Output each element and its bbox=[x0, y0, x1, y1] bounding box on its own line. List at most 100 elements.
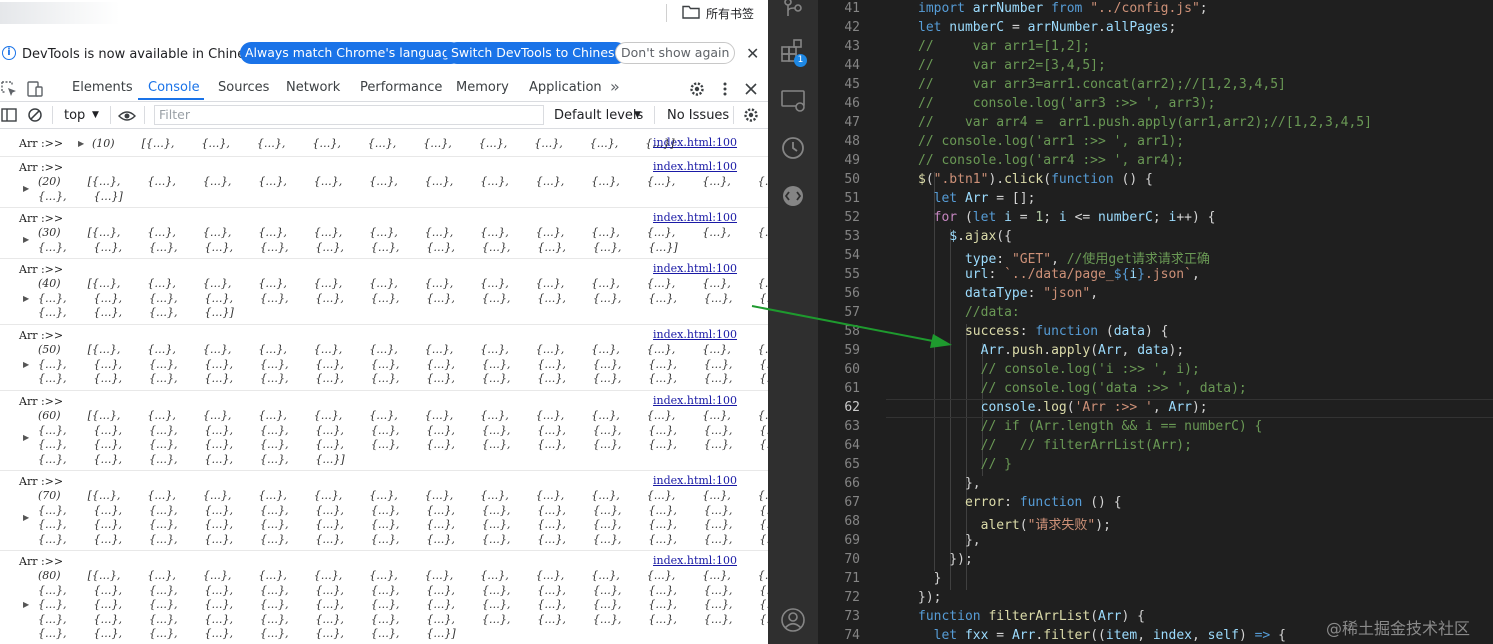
chevron-down-icon[interactable]: ▼ bbox=[92, 110, 99, 120]
code-token: . bbox=[1043, 343, 1052, 358]
code-token: Arr bbox=[1098, 343, 1122, 358]
console-log-entry[interactable]: Arr :>> index.html:100 ▶ (10) [{…}, {…}, {…… bbox=[0, 129, 768, 157]
code-token: arrNumber bbox=[964, 1, 1052, 16]
code-token: // console.log('arr4 :>> ', arr4); bbox=[918, 153, 1185, 168]
device-toolbar-icon[interactable] bbox=[26, 80, 44, 98]
close-devtools-icon[interactable] bbox=[742, 80, 760, 98]
code-token: () { bbox=[1082, 495, 1122, 510]
code-editor[interactable]: 41 42 43 44 45 46 47 48 49 50 51 52 53 54 55 56 57 58 59 60… bbox=[818, 0, 1493, 644]
source-link[interactable]: index.html:100 bbox=[653, 328, 737, 341]
code-line: Arr.push.apply(Arr, data); bbox=[918, 343, 1185, 358]
more-tabs-icon[interactable]: » bbox=[610, 77, 620, 96]
source-link[interactable]: index.html:100 bbox=[653, 394, 737, 407]
more-options-icon[interactable] bbox=[716, 80, 734, 98]
context-select[interactable]: top bbox=[64, 108, 85, 123]
filter-input[interactable]: Filter bbox=[154, 105, 544, 125]
console-log-entry[interactable]: Arr :>> index.html:100 ▶ (50) [{…}, {…}, {…… bbox=[0, 325, 768, 391]
log-message-label: Arr :>> bbox=[19, 395, 64, 408]
code-token: for bbox=[933, 210, 958, 225]
console-log-entry[interactable]: Arr :>> index.html:100 ▶ (70) [{…}, {…}, {…… bbox=[0, 471, 768, 551]
inspect-element-icon[interactable] bbox=[0, 80, 18, 98]
console-log-entry[interactable]: Arr :>> index.html:100 ▶ (80) [{…}, {…}, {…… bbox=[0, 551, 768, 644]
source-control-icon[interactable] bbox=[779, 0, 807, 22]
expand-triangle-icon[interactable]: ▶ bbox=[23, 184, 29, 193]
code-token: // var arr4 = arr1.push.apply(arr1,arr2)… bbox=[918, 115, 1372, 130]
expand-triangle-icon[interactable]: ▶ bbox=[78, 139, 84, 148]
code-token: => bbox=[1254, 628, 1271, 643]
code-token: () { bbox=[1113, 172, 1153, 187]
source-link[interactable]: index.html:100 bbox=[653, 160, 737, 173]
switch-to-chinese-button[interactable]: Switch DevTools to Chinese bbox=[446, 42, 628, 64]
dont-show-again-button[interactable]: Don't show again bbox=[615, 42, 736, 64]
code-token: // // filterArrList(Arr); bbox=[980, 438, 1192, 453]
console-log-entry[interactable]: Arr :>> index.html:100 ▶ (40) [{…}, {…}, {…… bbox=[0, 259, 768, 325]
tab-application[interactable]: Application bbox=[529, 80, 602, 95]
tab-console[interactable]: Console bbox=[148, 80, 200, 95]
tab-memory[interactable]: Memory bbox=[456, 80, 509, 95]
folder-icon[interactable] bbox=[682, 5, 700, 19]
expand-triangle-icon[interactable]: ▶ bbox=[23, 433, 29, 442]
code-token: //使用get请求请求正确 bbox=[1066, 252, 1210, 267]
line-number: 73 bbox=[844, 609, 860, 624]
account-icon[interactable] bbox=[779, 606, 807, 634]
clear-console-icon[interactable] bbox=[26, 106, 44, 124]
console-log-entry[interactable]: Arr :>> index.html:100 ▶ (60) [{…}, {…}, {…… bbox=[0, 391, 768, 471]
code-token: i bbox=[1129, 267, 1138, 282]
language-infobar: i DevTools is now available in Chinese! … bbox=[0, 36, 768, 72]
code-token: ${ bbox=[1113, 267, 1130, 282]
code-token: : bbox=[1004, 495, 1020, 510]
code-token: , bbox=[1191, 628, 1208, 643]
timeline-icon[interactable] bbox=[779, 134, 807, 162]
code-token: // } bbox=[980, 457, 1012, 472]
code-token: apply bbox=[1051, 343, 1091, 358]
sidebar-toggle-icon[interactable] bbox=[0, 106, 18, 124]
issues-counter[interactable]: No Issues bbox=[667, 108, 729, 123]
tab-performance[interactable]: Performance bbox=[360, 80, 442, 95]
close-icon[interactable]: ✕ bbox=[746, 44, 759, 63]
expand-triangle-icon[interactable]: ▶ bbox=[23, 235, 29, 244]
code-token: }, bbox=[918, 533, 981, 548]
code-token: arrNumber bbox=[1027, 20, 1099, 35]
console-log-entry[interactable]: Arr :>> index.html:100 ▶ (20) [{…}, {…}, {…… bbox=[0, 157, 768, 208]
expand-triangle-icon[interactable]: ▶ bbox=[23, 294, 29, 303]
code-token: ajax bbox=[964, 229, 997, 244]
log-message-label: Arr :>> bbox=[19, 161, 64, 174]
code-line: // console.log('arr4 :>> ', arr4); bbox=[918, 153, 1184, 168]
code-token: ({ bbox=[996, 229, 1012, 244]
log-message-label: Arr :>> bbox=[19, 137, 64, 150]
line-number: 63 bbox=[844, 419, 860, 434]
settings-gear-icon[interactable] bbox=[688, 80, 706, 98]
chevron-down-icon[interactable]: ▼ bbox=[634, 110, 641, 120]
code-token: // var arr2=[3,4,5]; bbox=[918, 58, 1106, 73]
line-number: 72 bbox=[844, 590, 860, 605]
source-link[interactable]: index.html:100 bbox=[653, 474, 737, 487]
expand-triangle-icon[interactable]: ▶ bbox=[23, 513, 29, 522]
line-number: 70 bbox=[844, 552, 860, 567]
source-link[interactable]: index.html:100 bbox=[653, 262, 737, 275]
console-log-entry[interactable]: Arr :>> index.html:100 ▶ (30) [{…}, {…}, {…… bbox=[0, 208, 768, 259]
array-preview-line: {…}, {…}, {…}, {…}, {…}, {…}, {…}, {…}, … bbox=[38, 438, 768, 451]
always-match-language-button[interactable]: Always match Chrome's language bbox=[240, 42, 463, 64]
line-number: 64 bbox=[844, 438, 860, 453]
code-token: } bbox=[918, 571, 942, 586]
log-levels-select[interactable]: Default levels bbox=[554, 108, 643, 123]
expand-triangle-icon[interactable]: ▶ bbox=[23, 600, 29, 609]
code-line: }, bbox=[918, 476, 981, 491]
tab-network[interactable]: Network bbox=[286, 80, 340, 95]
code-token: "GET" bbox=[1011, 252, 1052, 267]
expand-triangle-icon[interactable]: ▶ bbox=[23, 360, 29, 369]
source-link[interactable]: index.html:100 bbox=[653, 554, 737, 567]
console-log-area: Arr :>> index.html:100 ▶ (10) [{…}, {…}, {…… bbox=[0, 129, 768, 644]
array-preview-line: {…}, {…}, {…}, {…}, {…}, {…}, {…}, {…}, … bbox=[38, 372, 768, 385]
line-number: 53 bbox=[844, 229, 860, 244]
array-preview-line: {…}, {…}, {…}, {…}, {…}, {…}, {…}, {…}, … bbox=[38, 503, 768, 517]
tab-elements[interactable]: Elements bbox=[72, 80, 133, 95]
live-expression-eye-icon[interactable] bbox=[118, 107, 136, 125]
all-bookmarks-label[interactable]: 所有书签 bbox=[706, 5, 754, 22]
remote-explorer-icon[interactable] bbox=[779, 86, 807, 114]
live-share-icon[interactable] bbox=[779, 182, 807, 210]
source-link[interactable]: index.html:100 bbox=[653, 211, 737, 224]
tab-sources[interactable]: Sources bbox=[218, 80, 269, 95]
line-number: 62 bbox=[844, 400, 860, 415]
console-settings-gear-icon[interactable] bbox=[742, 106, 760, 124]
